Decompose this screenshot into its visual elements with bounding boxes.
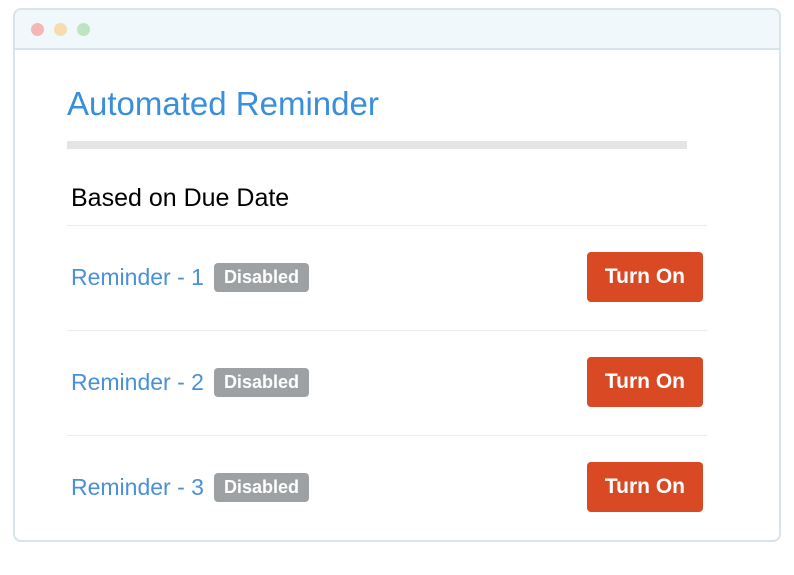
page-title: Automated Reminder bbox=[67, 85, 727, 123]
turn-on-button[interactable]: Turn On bbox=[587, 357, 703, 407]
turn-on-button[interactable]: Turn On bbox=[587, 252, 703, 302]
browser-window: Automated Reminder Based on Due Date Rem… bbox=[13, 8, 781, 542]
window-close-icon[interactable] bbox=[31, 23, 44, 36]
title-divider bbox=[67, 141, 687, 149]
reminder-name-link[interactable]: Reminder - 3 bbox=[71, 474, 204, 501]
window-titlebar bbox=[15, 10, 779, 50]
status-badge: Disabled bbox=[214, 263, 309, 292]
page-content: Automated Reminder Based on Due Date Rem… bbox=[15, 50, 779, 540]
window-maximize-icon[interactable] bbox=[77, 23, 90, 36]
reminder-row: Reminder - 2 Disabled Turn On bbox=[67, 330, 707, 435]
reminder-name-link[interactable]: Reminder - 2 bbox=[71, 369, 204, 396]
reminder-row: Reminder - 1 Disabled Turn On bbox=[67, 225, 707, 330]
status-badge: Disabled bbox=[214, 473, 309, 502]
reminder-list: Reminder - 1 Disabled Turn On Reminder -… bbox=[67, 225, 707, 540]
reminder-section: Based on Due Date Reminder - 1 Disabled … bbox=[67, 184, 727, 540]
window-minimize-icon[interactable] bbox=[54, 23, 67, 36]
turn-on-button[interactable]: Turn On bbox=[587, 462, 703, 512]
reminder-name-link[interactable]: Reminder - 1 bbox=[71, 264, 204, 291]
status-badge: Disabled bbox=[214, 368, 309, 397]
reminder-row: Reminder - 3 Disabled Turn On bbox=[67, 435, 707, 540]
section-header: Based on Due Date bbox=[67, 184, 727, 225]
